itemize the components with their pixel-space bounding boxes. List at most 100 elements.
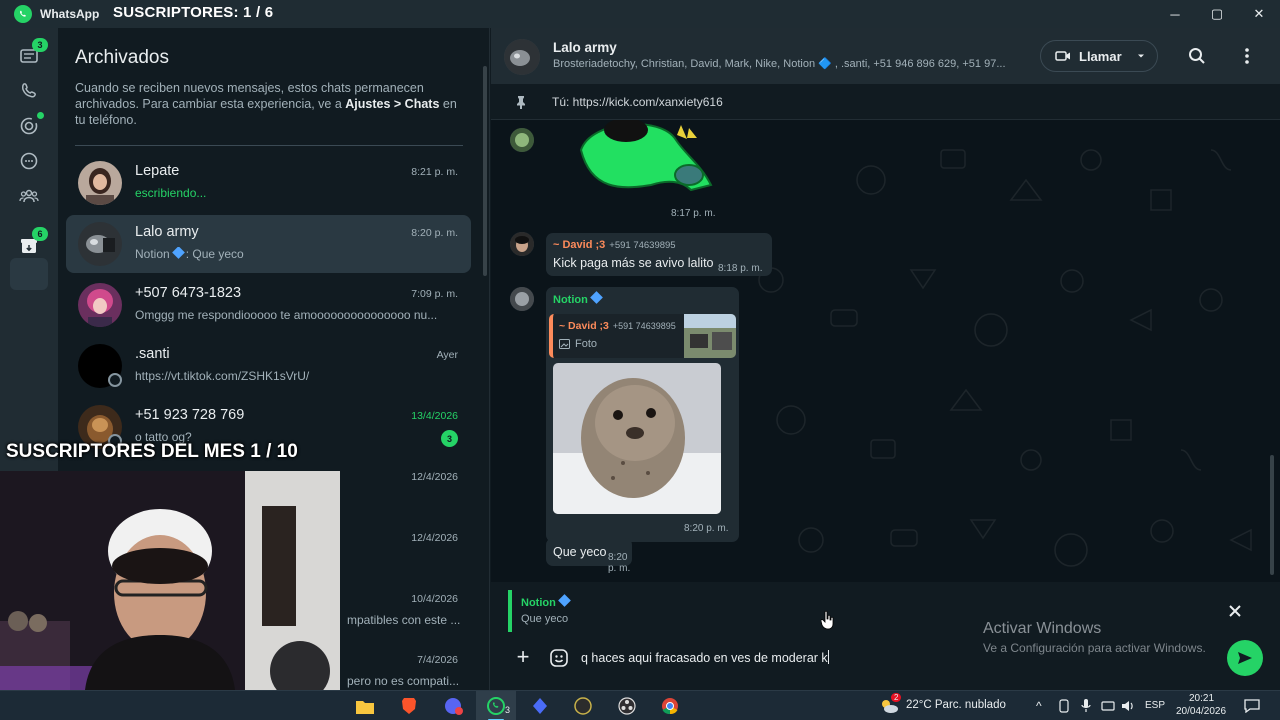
- sticker-emoji-icon[interactable]: [549, 648, 569, 668]
- app-title: WhatsApp: [40, 7, 100, 21]
- quoted-thumbnail: [684, 314, 736, 358]
- verified-diamond-icon: [171, 247, 185, 259]
- tray-device-icon[interactable]: [1056, 695, 1072, 717]
- chat-time: 13/4/2026: [411, 410, 458, 422]
- chat-row-santi[interactable]: .santi Ayer https://vt.tiktok.com/ZSHK1s…: [66, 337, 471, 395]
- search-icon[interactable]: [1186, 45, 1208, 67]
- chevron-down-icon: [1137, 54, 1144, 58]
- chat-name: +507 6473-1823: [135, 285, 242, 301]
- chat-last-message: Notion: Que yeco: [135, 247, 244, 261]
- chat-list-scrollbar[interactable]: [483, 66, 487, 276]
- group-members: Brosteriadetochy, Christian, David, Mark…: [553, 58, 1006, 70]
- sender-avatar[interactable]: [510, 287, 534, 311]
- mouse-cursor-icon: [821, 610, 834, 630]
- close-window-button[interactable]: ✕: [1238, 0, 1280, 28]
- chat-name: Lalo army: [135, 224, 199, 240]
- screen: WhatsApp SUSCRIPTORES: 1 / 6 ─ ▢ ✕ 3 6 A…: [0, 0, 1280, 720]
- chat-name: .santi: [135, 346, 170, 362]
- verified-diamond-icon: [557, 594, 571, 607]
- message-bubble-que-yeco[interactable]: Que yeco 8:20 p. m.: [546, 538, 632, 574]
- dino-sticker[interactable]: [571, 120, 716, 192]
- message-text: Que yeco: [553, 545, 607, 559]
- brave-browser-icon[interactable]: [398, 695, 420, 717]
- photo-icon: [559, 339, 570, 349]
- send-icon: [1238, 652, 1252, 664]
- pinned-message-bar[interactable]: Tú: https://kick.com/xanxiety616: [491, 84, 1280, 120]
- avatar: [78, 222, 122, 266]
- chrome-icon[interactable]: [659, 695, 681, 717]
- group-name[interactable]: Lalo army: [553, 40, 617, 55]
- communities-icon[interactable]: [17, 184, 41, 208]
- network-icon[interactable]: [1100, 695, 1116, 717]
- channels-icon[interactable]: [17, 149, 41, 173]
- clock-time[interactable]: 20:21: [1189, 693, 1214, 704]
- chat-last-message: Omggg me respondiooooo te amoooooooooooo…: [135, 308, 438, 322]
- archived-badge: 6: [32, 227, 48, 241]
- close-reply-icon[interactable]: [1226, 602, 1244, 620]
- chat-time: 12/4/2026: [411, 532, 458, 544]
- message-time: 8:20 p. m.: [608, 552, 631, 574]
- verified-diamond-icon: [589, 291, 603, 304]
- app-logo-icon[interactable]: [572, 695, 594, 717]
- unread-badge: 3: [441, 430, 458, 447]
- quoted-type: Foto: [559, 338, 597, 350]
- text-caret: [827, 650, 829, 664]
- windows-taskbar: 3 2 22°C Parc. nublado ^ ESP 20:21 20/04…: [0, 690, 1280, 720]
- monthly-subscribers-overlay: SUSCRIPTORES DEL MES 1 / 10: [6, 441, 298, 462]
- clock-date[interactable]: 20/04/2026: [1176, 706, 1226, 717]
- call-label: Llamar: [1079, 48, 1122, 64]
- group-avatar[interactable]: [504, 39, 540, 75]
- tray-chevron-up-icon[interactable]: ^: [1036, 699, 1042, 713]
- obs-icon[interactable]: [616, 695, 638, 717]
- chat-last-message: mpatibles con este ...: [347, 613, 461, 627]
- chat-row-lalo-army[interactable]: Lalo army 8:20 p. m. Notion: Que yeco: [66, 215, 471, 273]
- video-call-icon: [1055, 51, 1070, 61]
- chat-name: Lepate: [135, 163, 180, 179]
- chat-row-lepate[interactable]: Lepate 8:21 p. m. escribiendo...: [66, 154, 471, 212]
- file-explorer-icon[interactable]: [354, 695, 376, 717]
- app-diamond-icon[interactable]: [529, 695, 551, 717]
- messages-scrollbar[interactable]: [1270, 455, 1274, 575]
- microphone-icon[interactable]: [1078, 695, 1094, 717]
- sender-avatar[interactable]: [510, 128, 534, 152]
- maximize-button[interactable]: ▢: [1196, 0, 1238, 28]
- chat-last-message: escribiendo...: [135, 186, 207, 200]
- volume-icon[interactable]: [1120, 695, 1136, 717]
- reply-text: Que yeco: [521, 613, 569, 625]
- chat-time: 7/4/2026: [417, 654, 458, 666]
- title-bar: WhatsApp SUSCRIPTORES: 1 / 6 ─ ▢ ✕: [0, 0, 1280, 28]
- photo-time: 8:20 p. m.: [684, 523, 729, 534]
- chat-time: 10/4/2026: [411, 593, 458, 605]
- activate-windows-subtitle: Ve a Configuración para activar Windows.: [983, 641, 1206, 655]
- avatar: [78, 161, 122, 205]
- message-input[interactable]: q haces aqui fracasado en ves de moderar…: [581, 650, 829, 665]
- language-indicator[interactable]: ESP: [1145, 700, 1165, 711]
- chat-name: +51 923 728 769: [135, 407, 245, 423]
- subscribers-overlay: SUSCRIPTORES: 1 / 6: [113, 4, 274, 21]
- quoted-message[interactable]: ~ David ;3 +591 74639895 Foto: [549, 314, 736, 358]
- sender-avatar[interactable]: [510, 232, 534, 256]
- chat-last-message: pero no es compati...: [347, 674, 460, 688]
- webcam-overlay: [0, 471, 340, 690]
- calls-icon[interactable]: [17, 79, 41, 103]
- message-bubble-notion[interactable]: Notion ~ David ;3 +591 74639895 Foto 8:2…: [546, 287, 739, 542]
- status-new-dot: [37, 112, 44, 119]
- reply-card[interactable]: Notion Que yeco: [508, 590, 1028, 632]
- sender-name: Notion: [553, 291, 604, 306]
- message-time: 8:18 p. m.: [718, 263, 763, 274]
- send-button[interactable]: [1227, 640, 1263, 676]
- discord-icon[interactable]: [442, 695, 464, 717]
- reply-sender: Notion: [521, 594, 1028, 609]
- archived-info: Cuando se reciben nuevos mensajes, estos…: [75, 81, 457, 127]
- seal-photo[interactable]: [553, 363, 721, 514]
- whatsapp-taskbar-icon[interactable]: [485, 695, 507, 717]
- pin-icon: [517, 96, 525, 109]
- chat-row-507[interactable]: +507 6473-1823 7:09 p. m. Omggg me respo…: [66, 276, 471, 334]
- message-bubble-david[interactable]: ~ David ;3 +591 74639895 Kick paga más se…: [546, 233, 772, 276]
- call-button[interactable]: Llamar: [1040, 40, 1158, 72]
- minimize-button[interactable]: ─: [1154, 0, 1196, 28]
- list-divider: [75, 145, 463, 146]
- notifications-icon[interactable]: [1242, 695, 1262, 717]
- attach-plus-button[interactable]: +: [513, 646, 533, 668]
- menu-dots-icon[interactable]: [1236, 45, 1258, 67]
